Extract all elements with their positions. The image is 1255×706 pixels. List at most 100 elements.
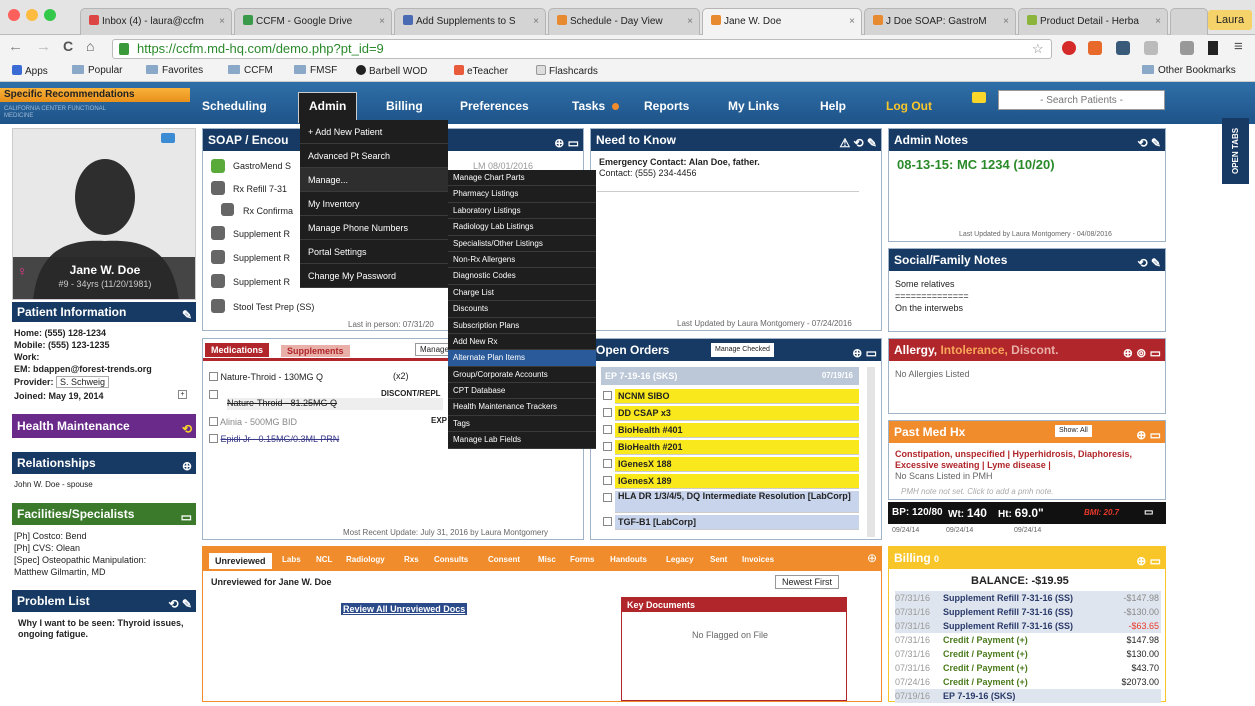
billing-row[interactable]: 07/24/16 Credit / Payment (+) $2073.00: [895, 675, 1161, 689]
tab-legacy[interactable]: Legacy: [662, 552, 698, 568]
tag-icon[interactable]: ✎: [182, 305, 192, 325]
pinterest-icon[interactable]: [1062, 41, 1076, 55]
chat-icon[interactable]: [161, 133, 175, 143]
add-icon[interactable]: ⊕ ▭: [554, 132, 579, 154]
submenu-cpt-database[interactable]: CPT Database: [448, 383, 596, 400]
edit-icon[interactable]: ⟲: [182, 417, 192, 441]
chart-icon[interactable]: ⊕ ▭: [852, 342, 877, 364]
tab-consent[interactable]: Consent: [484, 552, 524, 568]
submenu-pharmacy-listings[interactable]: Pharmacy Listings: [448, 186, 596, 203]
bookmark-ccfm[interactable]: CCFM: [228, 65, 273, 76]
submenu-manage-lab-fields[interactable]: Manage Lab Fields: [448, 432, 596, 449]
order-item[interactable]: NCNM SIBO: [615, 389, 859, 404]
tab-consults[interactable]: Consults: [430, 552, 473, 568]
close-tab-icon[interactable]: ×: [1003, 9, 1009, 34]
soap-item[interactable]: Rx Confirma: [243, 206, 293, 216]
order-checkbox[interactable]: [603, 442, 612, 451]
order-item[interactable]: IGenesX 188: [615, 457, 859, 472]
history-icon[interactable]: ⟲ ✎: [1138, 252, 1161, 274]
extension-icon[interactable]: [1088, 41, 1102, 55]
menu-icon[interactable]: ≡: [1234, 38, 1243, 55]
order-checkbox[interactable]: [603, 459, 612, 468]
history-icon[interactable]: ⟲ ✎: [169, 593, 192, 615]
home-icon[interactable]: ⌂: [86, 38, 94, 54]
order-checkbox[interactable]: [603, 408, 612, 417]
submenu-group-corporate-accounts[interactable]: Group/Corporate Accounts: [448, 367, 596, 384]
tab-labs[interactable]: Labs: [278, 552, 305, 568]
nav-log-out[interactable]: Log Out: [886, 99, 932, 113]
tab-unreviewed[interactable]: Unreviewed: [209, 553, 272, 569]
tab-forms[interactable]: Forms: [566, 552, 599, 568]
order-group[interactable]: EP 7-19-16 (SKS) 07/19/16: [601, 367, 859, 385]
vitals-bar[interactable]: BP: 120/80 Wt: 140 Ht: 69.0" BMI: 20.7 ▭: [888, 502, 1166, 524]
close-window-icon[interactable]: [8, 9, 20, 21]
tab-radiology[interactable]: Radiology: [342, 552, 389, 568]
submenu-alternate-plan-items[interactable]: Alternate Plan Items: [448, 350, 596, 367]
bookmark-other[interactable]: Other Bookmarks: [1142, 65, 1236, 76]
browser-tab[interactable]: Schedule - Day View ×: [548, 8, 700, 35]
nav-tasks[interactable]: Tasks: [572, 99, 605, 113]
nav-help[interactable]: Help: [820, 99, 846, 113]
order-item[interactable]: DD CSAP x3: [615, 406, 859, 421]
soap-item[interactable]: Supplement R: [233, 229, 290, 239]
history-icon[interactable]: ⟲ ✎: [1138, 132, 1161, 154]
soap-item[interactable]: Stool Test Prep (SS): [233, 302, 314, 312]
tab-sent[interactable]: Sent: [706, 552, 732, 568]
reload-icon[interactable]: C: [63, 38, 73, 54]
med-item[interactable]: Nature-Throid - 130MG Q: [221, 372, 324, 382]
med-item[interactable]: Alinia - 500MG BID: [220, 417, 297, 427]
soap-item[interactable]: Rx Refill 7-31: [233, 184, 287, 194]
browser-tab[interactable]: Product Detail - Herba ×: [1018, 8, 1168, 35]
bookmark-apps[interactable]: Apps: [12, 65, 48, 77]
med-checkbox[interactable]: [209, 390, 218, 399]
order-checkbox[interactable]: [603, 476, 612, 485]
billing-row[interactable]: 07/31/16 Credit / Payment (+) $147.98: [895, 633, 1161, 647]
close-tab-icon[interactable]: ×: [1155, 9, 1161, 34]
order-item[interactable]: BioHealth #201: [615, 440, 859, 455]
submenu-diagnostic-codes[interactable]: Diagnostic Codes: [448, 268, 596, 285]
med-checkbox[interactable]: [209, 372, 218, 381]
tab-misc[interactable]: Misc: [534, 552, 560, 568]
submenu-add-new-rx[interactable]: Add New Rx: [448, 334, 596, 351]
med-checkbox[interactable]: [209, 417, 218, 426]
tab-medications[interactable]: Medications: [205, 343, 270, 357]
close-tab-icon[interactable]: ×: [533, 9, 539, 34]
alert-icon[interactable]: ⚠ ⟲ ✎: [839, 132, 877, 154]
expand-icon[interactable]: +: [178, 390, 187, 399]
submenu-tags[interactable]: Tags: [448, 416, 596, 433]
url-field[interactable]: https://ccfm.md-hq.com/demo.php?pt_id=9: [112, 39, 1052, 59]
extension-icon[interactable]: [1208, 41, 1218, 55]
relationship-item[interactable]: John W. Doe - spouse: [14, 480, 93, 489]
billing-row[interactable]: 07/19/16 EP 7-19-16 (SKS): [895, 689, 1161, 703]
pmh-note[interactable]: PMH note not set. Click to add a pmh not…: [901, 487, 1054, 496]
menu-my-inventory[interactable]: My Inventory: [300, 192, 448, 216]
star-icon[interactable]: ☆: [1032, 41, 1044, 57]
extension-icon[interactable]: [1116, 41, 1130, 55]
provider-select[interactable]: S. Schweig: [56, 376, 110, 388]
pmh-filter-select[interactable]: Show: All: [1055, 425, 1092, 437]
sort-select[interactable]: Newest First: [775, 575, 840, 589]
add-icon[interactable]: ⊕: [182, 455, 192, 477]
browser-tab[interactable]: CCFM - Google Drive ×: [234, 8, 392, 35]
browser-tab[interactable]: Inbox (4) - laura@ccfm ×: [80, 8, 232, 35]
order-checkbox[interactable]: [603, 493, 612, 502]
maximize-window-icon[interactable]: [44, 9, 56, 21]
submenu-non-rx-allergens[interactable]: Non-Rx Allergens: [448, 252, 596, 269]
new-tab-button[interactable]: [1170, 8, 1208, 35]
billing-row[interactable]: 07/31/16 Credit / Payment (+) $43.70: [895, 661, 1161, 675]
med-item-discontinued[interactable]: Nature-Throid - 81.25MG Q: [227, 398, 443, 410]
order-item[interactable]: IGenesX 189: [615, 474, 859, 489]
scrollbar[interactable]: [867, 367, 875, 537]
forward-icon[interactable]: →: [36, 38, 51, 55]
billing-row[interactable]: 07/31/16 Credit / Payment (+) $130.00: [895, 647, 1161, 661]
close-tab-icon[interactable]: ×: [849, 9, 855, 34]
manage-checked-select[interactable]: Manage Checked: [711, 343, 774, 357]
tab-icon[interactable]: ▭: [181, 506, 192, 528]
add-icon[interactable]: ⊕ ▭: [1136, 424, 1161, 446]
nav-preferences[interactable]: Preferences: [460, 99, 529, 113]
add-icon[interactable]: ⊕ ⊚ ▭: [1123, 342, 1161, 364]
nav-reports[interactable]: Reports: [644, 99, 689, 113]
order-item[interactable]: BioHealth #401: [615, 423, 859, 438]
bookmark-favorites[interactable]: Favorites: [146, 65, 203, 76]
menu-add-new-patient[interactable]: + Add New Patient: [300, 120, 448, 144]
